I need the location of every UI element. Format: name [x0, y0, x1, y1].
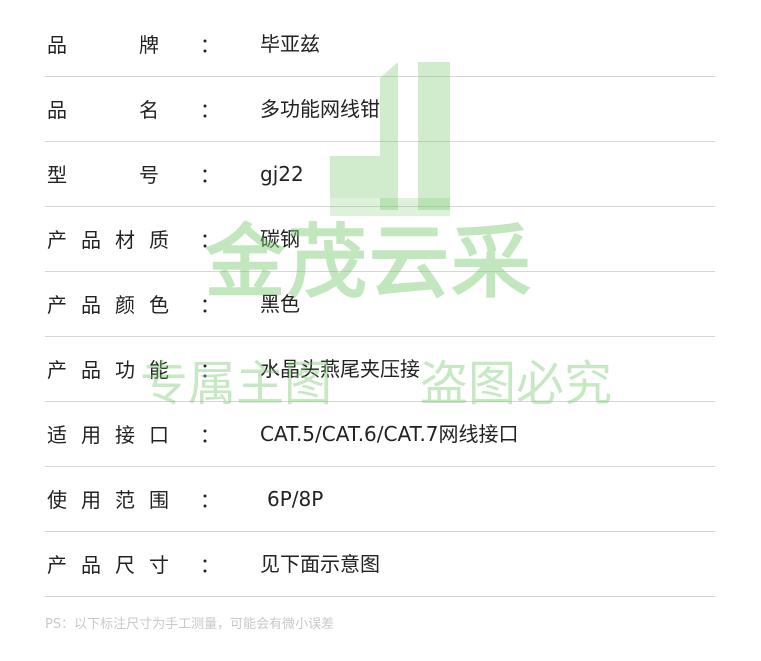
spec-label-char: 质 [149, 228, 169, 252]
spec-label-char: 接 [115, 423, 135, 447]
spec-label-char: 色 [149, 293, 169, 317]
spec-value: 毕亚兹 [260, 32, 320, 56]
spec-label: 产品功能 [47, 358, 169, 382]
spec-row: 产品颜色 ： 黑色 [45, 272, 715, 337]
spec-label-char: 用 [81, 488, 101, 512]
spec-colon: ： [200, 488, 220, 512]
spec-value: 碳钢 [260, 227, 300, 251]
spec-label: 型号 [47, 163, 159, 187]
spec-label-char: 范 [115, 488, 135, 512]
spec-label-char: 用 [81, 423, 101, 447]
spec-label-char: 号 [139, 163, 159, 187]
spec-label-char: 牌 [139, 33, 159, 57]
spec-row: 使用范围 ： 6P/8P [45, 467, 715, 532]
spec-label: 使用范围 [47, 488, 169, 512]
spec-value: 水晶头燕尾夹压接 [260, 357, 420, 381]
spec-colon: ： [200, 553, 220, 577]
spec-value: CAT.5/CAT.6/CAT.7网线接口 [260, 422, 519, 446]
spec-label-char: 名 [139, 98, 159, 122]
spec-label-char: 口 [149, 423, 169, 447]
spec-colon: ： [200, 163, 220, 187]
spec-label: 品牌 [47, 33, 159, 57]
spec-label-char: 品 [81, 358, 101, 382]
spec-label-char: 产 [47, 228, 67, 252]
spec-label-char: 功 [115, 358, 135, 382]
spec-label-char: 产 [47, 553, 67, 577]
spec-row: 产品尺寸 ： 见下面示意图 [45, 532, 715, 597]
spec-colon: ： [200, 33, 220, 57]
spec-label-char: 寸 [149, 553, 169, 577]
spec-row: 适用接口 ： CAT.5/CAT.6/CAT.7网线接口 [45, 402, 715, 467]
spec-value: 黑色 [260, 292, 300, 316]
spec-label-char: 使 [47, 488, 67, 512]
spec-label: 品名 [47, 98, 159, 122]
spec-row: 产品功能 ： 水晶头燕尾夹压接 [45, 337, 715, 402]
spec-colon: ： [200, 228, 220, 252]
spec-label-char: 品 [47, 98, 67, 122]
spec-label-char: 品 [47, 33, 67, 57]
spec-value: 见下面示意图 [260, 552, 380, 576]
spec-label-char: 品 [81, 228, 101, 252]
spec-colon: ： [200, 423, 220, 447]
spec-label-char: 产 [47, 293, 67, 317]
spec-label-char: 围 [149, 488, 169, 512]
spec-label-char: 品 [81, 293, 101, 317]
spec-row: 品名：多功能网线钳 [45, 77, 715, 142]
spec-colon: ： [200, 98, 220, 122]
spec-value: 6P/8P [267, 487, 324, 511]
spec-label-char: 颜 [115, 293, 135, 317]
spec-label-char: 能 [149, 358, 169, 382]
spec-colon: ： [200, 293, 220, 317]
spec-label: 适用接口 [47, 423, 169, 447]
spec-label-char: 适 [47, 423, 67, 447]
spec-colon: ： [200, 358, 220, 382]
footnote: PS：以下标注尺寸为手工测量，可能会有微小误差 [45, 617, 335, 632]
spec-row: 品牌：毕亚兹 [45, 12, 715, 77]
spec-value: 多功能网线钳 [260, 97, 380, 121]
spec-table: 品牌：毕亚兹品名：多功能网线钳型号： gj22 产品材质：碳钢产品颜色：黑色产品功能… [45, 12, 715, 597]
spec-label: 产品颜色 [47, 293, 169, 317]
spec-value: gj22 [260, 162, 304, 186]
spec-label-char: 型 [47, 163, 67, 187]
spec-row: 产品材质 ： 碳钢 [45, 207, 715, 272]
spec-label: 产品材质 [47, 228, 169, 252]
spec-label-char: 材 [115, 228, 135, 252]
spec-label-char: 品 [81, 553, 101, 577]
spec-label-char: 产 [47, 358, 67, 382]
spec-label: 产品尺寸 [47, 553, 169, 577]
spec-row: 型号： gj22 [45, 142, 715, 207]
spec-label-char: 尺 [115, 553, 135, 577]
